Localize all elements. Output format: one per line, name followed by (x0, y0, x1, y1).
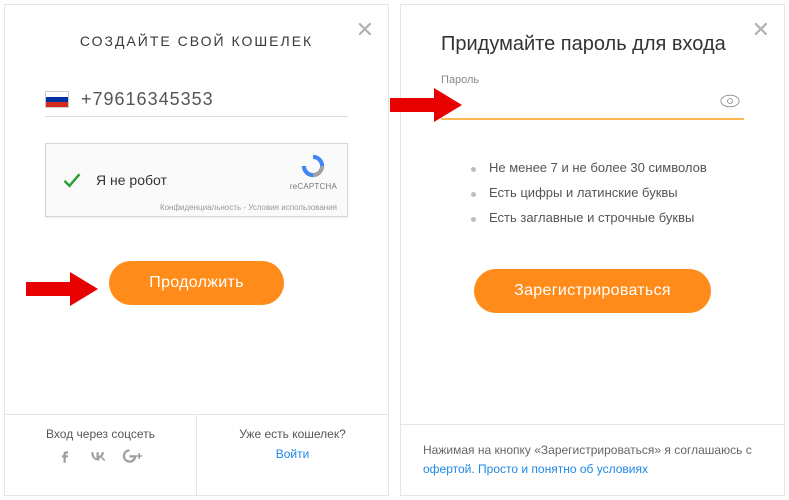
flag-ru-icon[interactable] (45, 91, 69, 108)
phone-input[interactable]: +79616345353 (45, 89, 348, 117)
password-rules: Не менее 7 и не более 30 символов Есть ц… (471, 160, 784, 225)
create-wallet-panel: ✕ СОЗДАЙТЕ СВОЙ КОШЕЛЕК +79616345353 Я н… (4, 4, 389, 496)
password-input[interactable] (441, 90, 744, 120)
facebook-icon[interactable] (56, 447, 74, 465)
left-footer: Вход через соцсеть Уже есть кошелек? Вой… (5, 414, 388, 495)
have-wallet-label: Уже есть кошелек? (197, 427, 388, 441)
panel-title: Придумайте пароль для входа (441, 33, 784, 56)
social-login-block: Вход через соцсеть (5, 415, 196, 495)
offer-link[interactable]: офертой (423, 462, 471, 476)
eye-icon[interactable] (720, 94, 740, 113)
recaptcha-widget[interactable]: Я не робот reCAPTCHA Конфиденциальность … (45, 143, 348, 217)
checkmark-icon (62, 170, 82, 190)
have-wallet-block: Уже есть кошелек? Войти (196, 415, 388, 495)
close-icon[interactable]: ✕ (752, 19, 770, 41)
arrow-annotation-icon (26, 272, 86, 302)
google-plus-icon[interactable] (122, 447, 146, 465)
close-icon[interactable]: ✕ (356, 19, 374, 41)
login-link[interactable]: Войти (276, 447, 310, 461)
password-label: Пароль (441, 74, 784, 86)
terms-link[interactable]: Просто и понятно об условиях (478, 462, 648, 476)
arrow-annotation-icon (390, 88, 450, 118)
rule-item: Есть заглавные и строчные буквы (471, 210, 784, 225)
disclaimer: Нажимая на кнопку «Зарегистрироваться» я… (401, 424, 784, 495)
rule-item: Есть цифры и латинские буквы (471, 185, 784, 200)
vk-icon[interactable] (86, 447, 110, 465)
captcha-label: Я не робот (96, 172, 167, 188)
recaptcha-icon: reCAPTCHA (290, 152, 337, 191)
phone-value: +79616345353 (81, 89, 214, 110)
rule-item: Не менее 7 и не более 30 символов (471, 160, 784, 175)
captcha-terms[interactable]: Конфиденциальность - Условия использован… (160, 203, 337, 212)
panel-title: СОЗДАЙТЕ СВОЙ КОШЕЛЕК (5, 33, 388, 49)
social-login-label: Вход через соцсеть (5, 427, 196, 441)
continue-button[interactable]: Продолжить (109, 261, 283, 305)
register-button[interactable]: Зарегистрироваться (474, 269, 711, 313)
create-password-panel: ✕ Придумайте пароль для входа Пароль Не … (400, 4, 785, 496)
